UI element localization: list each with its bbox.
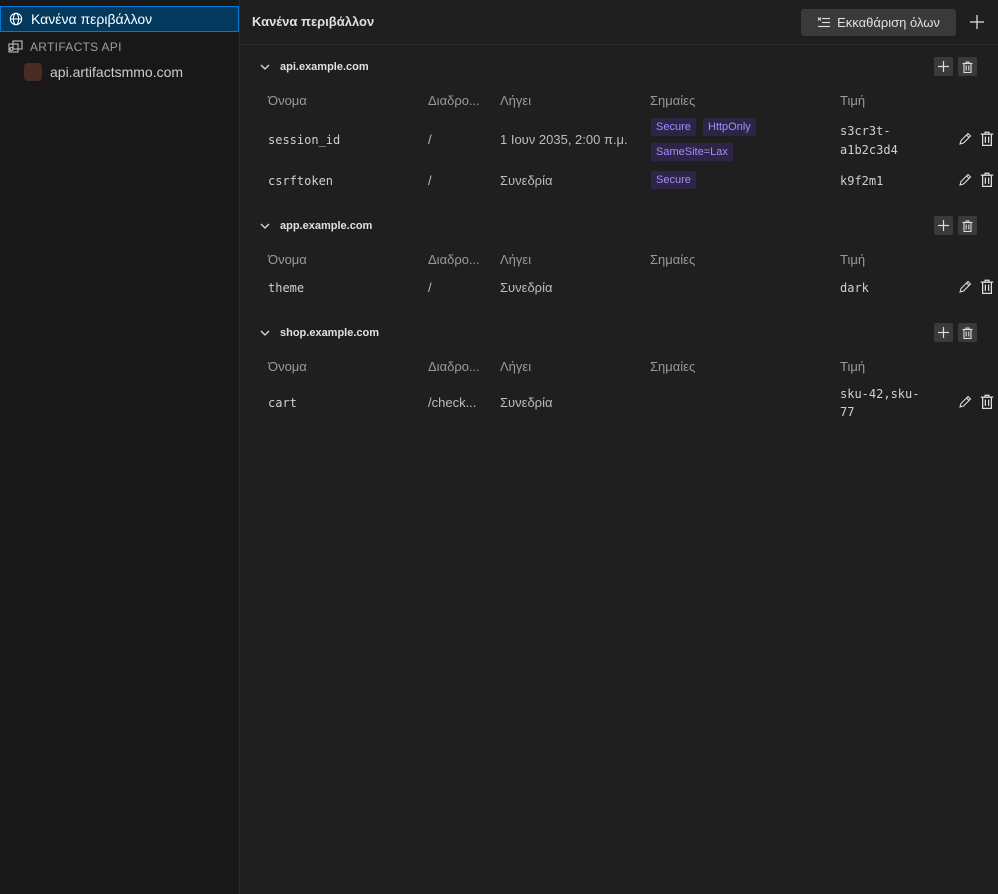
add-cookie-to-domain-button[interactable] — [934, 216, 953, 235]
cookie-value-line: sku-42,sku- — [840, 387, 920, 401]
domain-name: app.example.com — [280, 220, 373, 232]
domain-header[interactable]: api.example.com — [260, 58, 369, 76]
cookie-value-line: k9f2m1 — [840, 174, 884, 188]
column-header-expires: Λήγει — [500, 252, 532, 267]
collection-icon — [8, 40, 23, 53]
trash-icon — [980, 131, 994, 146]
column-header-value: Τιμή — [840, 93, 866, 108]
trash-icon — [980, 394, 994, 409]
cookie-expires: 1 Ιουν 2035, 2:00 π.μ. — [500, 132, 628, 147]
cookie-value-line: dark — [840, 281, 869, 295]
flag-badge-samesite: SameSite=Lax — [651, 143, 733, 161]
delete-domain-button[interactable] — [958, 323, 977, 342]
edit-cookie-button[interactable] — [958, 279, 972, 294]
domain-header[interactable]: shop.example.com — [260, 324, 379, 342]
cookie-expires: Συνεδρία — [500, 280, 553, 295]
edit-cookie-button[interactable] — [958, 394, 972, 409]
delete-cookie-button[interactable] — [980, 279, 994, 294]
add-cookie-to-domain-button[interactable] — [934, 323, 953, 342]
add-cookie-button[interactable] — [966, 11, 988, 33]
plus-icon — [938, 327, 949, 338]
column-header-flags: Σημαίες — [650, 252, 696, 267]
cookie-name: csrftoken — [268, 174, 334, 188]
plus-icon — [970, 15, 984, 29]
cookie-path: / — [428, 132, 432, 147]
column-header-flags: Σημαίες — [650, 93, 696, 108]
environment-label: Κανένα περιβάλλον — [31, 11, 153, 27]
add-cookie-to-domain-button[interactable] — [934, 57, 953, 76]
column-header-value: Τιμή — [840, 359, 866, 374]
flag-badge-secure: Secure — [651, 171, 696, 189]
globe-icon — [9, 12, 23, 26]
pencil-icon — [959, 132, 972, 145]
environment-item-artifacts[interactable]: api.artifactsmmo.com — [0, 61, 239, 83]
environment-item-none[interactable]: Κανένα περιβάλλον — [0, 6, 239, 32]
delete-domain-button[interactable] — [958, 57, 977, 76]
cookie-name: session_id — [268, 133, 341, 147]
trash-icon — [962, 219, 973, 232]
column-header-name: Όνομα — [268, 93, 307, 108]
plus-icon — [938, 61, 949, 72]
cookie-name: theme — [268, 281, 305, 295]
pencil-icon — [959, 280, 972, 293]
trash-icon — [980, 172, 994, 187]
delete-cookie-button[interactable] — [980, 172, 994, 187]
trash-icon — [962, 60, 973, 73]
plus-icon — [938, 220, 949, 231]
pencil-icon — [959, 395, 972, 408]
column-header-path: Διαδρο... — [428, 359, 480, 374]
column-header-value: Τιμή — [840, 252, 866, 267]
pencil-icon — [959, 173, 972, 186]
delete-cookie-button[interactable] — [980, 394, 994, 409]
column-header-name: Όνομα — [268, 359, 307, 374]
domain-name: api.example.com — [280, 61, 369, 73]
top-bar: Κανένα περιβάλλον Εκκαθάριση όλων — [240, 0, 998, 45]
clear-all-button[interactable]: Εκκαθάριση όλων — [801, 9, 956, 36]
delete-domain-button[interactable] — [958, 216, 977, 235]
delete-cookie-button[interactable] — [980, 131, 994, 146]
site-favicon-icon — [24, 63, 42, 81]
trash-icon — [980, 279, 994, 294]
sidebar: Κανένα περιβάλλον ARTIFACTS API api.arti… — [0, 0, 240, 894]
flag-badge-httponly: HttpOnly — [703, 118, 756, 136]
trash-icon — [962, 326, 973, 339]
collection-group-label: ARTIFACTS API — [30, 40, 122, 54]
cookie-value-line: s3cr3t- — [840, 124, 891, 138]
cookie-expires: Συνεδρία — [500, 395, 553, 410]
clear-all-icon — [817, 16, 831, 27]
domain-name: shop.example.com — [280, 327, 380, 339]
column-header-path: Διαδρο... — [428, 252, 480, 267]
column-header-name: Όνομα — [268, 252, 307, 267]
edit-cookie-button[interactable] — [958, 172, 972, 187]
cookie-value-line: a1b2c3d4 — [840, 143, 898, 157]
page-title: Κανένα περιβάλλον — [252, 14, 375, 29]
edit-cookie-button[interactable] — [958, 131, 972, 146]
cookie-path: / — [428, 173, 432, 188]
cookie-name: cart — [268, 396, 297, 410]
cookie-path: / — [428, 280, 432, 295]
chevron-down-icon — [260, 223, 270, 229]
chevron-down-icon — [260, 64, 270, 70]
environment-item-label: api.artifactsmmo.com — [50, 64, 184, 80]
clear-all-label: Εκκαθάριση όλων — [837, 15, 940, 30]
column-header-expires: Λήγει — [500, 93, 532, 108]
cookie-value-line: 77 — [840, 405, 855, 419]
flag-badge-secure: Secure — [651, 118, 696, 136]
column-header-expires: Λήγει — [500, 359, 532, 374]
main-panel: Κανένα περιβάλλον Εκκαθάριση όλων api.ex… — [240, 0, 998, 894]
chevron-down-icon — [260, 330, 270, 336]
column-header-flags: Σημαίες — [650, 359, 696, 374]
cookie-path: /check... — [428, 395, 477, 410]
column-header-path: Διαδρο... — [428, 93, 480, 108]
domain-header[interactable]: app.example.com — [260, 217, 372, 235]
collection-group-header[interactable]: ARTIFACTS API — [0, 37, 239, 57]
cookie-expires: Συνεδρία — [500, 173, 553, 188]
